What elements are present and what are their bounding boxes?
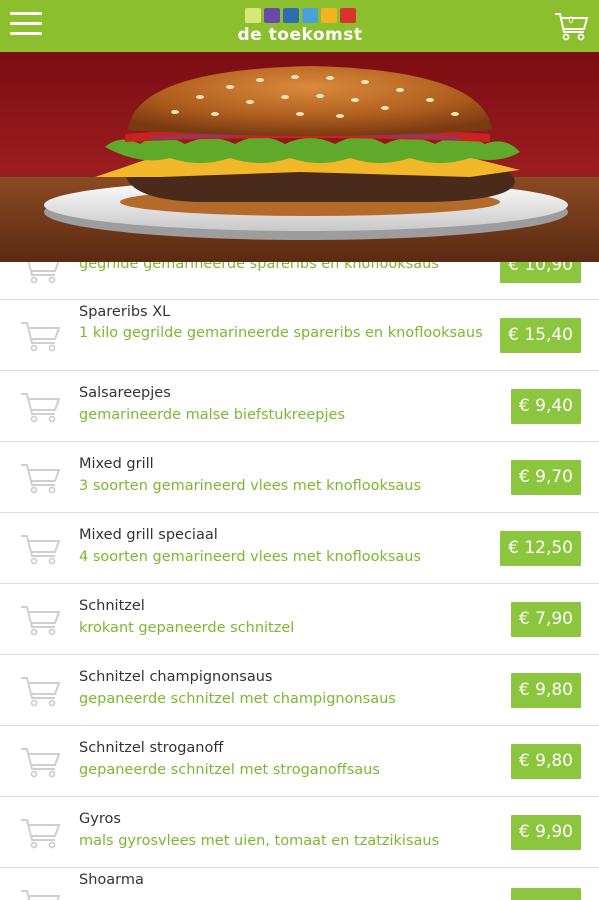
logo[interactable]: de toekomst — [228, 8, 372, 46]
item-name: Mixed grill — [79, 456, 154, 472]
item-description: gepaneerde schnitzel met champignonsaus — [79, 691, 396, 707]
list-item[interactable]: Gyros mals gyrosvlees met uien, tomaat e… — [0, 797, 599, 868]
logo-icons — [228, 8, 372, 24]
price-button[interactable]: € 15,40 — [500, 318, 581, 353]
item-description: gepaneerde schnitzel met stroganoffsaus — [79, 762, 380, 778]
add-to-cart-icon[interactable] — [19, 674, 61, 708]
add-to-cart-icon[interactable] — [19, 319, 61, 353]
item-description: 1 kilo gegrilde gemarineerde spareribs e… — [79, 325, 483, 341]
list-item[interactable]: Spareribs XL 1 kilo gegrilde gemarineerd… — [0, 300, 599, 371]
item-description: 3 soorten gemarineerd vlees met knoflook… — [79, 478, 422, 494]
list-item[interactable]: Schnitzel stroganoff gepaneerde schnitze… — [0, 726, 599, 797]
add-to-cart-icon[interactable] — [19, 816, 61, 850]
item-name: Gyros — [79, 811, 121, 827]
top-bar: de toekomst 0 — [0, 0, 599, 52]
item-name: Salsareepjes — [79, 385, 171, 401]
add-to-cart-icon[interactable] — [19, 603, 61, 637]
item-name: Schnitzel stroganoff — [79, 740, 224, 756]
hamburger-menu-icon[interactable] — [10, 12, 42, 40]
item-description: 4 soorten gemarineerd vlees met knoflook… — [79, 549, 422, 565]
price-button[interactable]: € 9,40 — [510, 389, 581, 424]
list-item[interactable]: Salsareepjes gemarineerde malse biefstuk… — [0, 371, 599, 442]
price-button[interactable]: € 12,50 — [500, 531, 581, 566]
item-description: krokant gepaneerde schnitzel — [79, 620, 295, 636]
logo-text: de toekomst — [237, 25, 363, 45]
price-button[interactable]: € 9,90 — [510, 888, 581, 900]
add-to-cart-icon[interactable] — [19, 532, 61, 566]
add-to-cart-icon[interactable] — [19, 461, 61, 495]
cart-count-badge: 0 — [568, 16, 574, 26]
item-description: mals gyrosvlees met uien, tomaat en tzat… — [79, 833, 440, 849]
hero-burger-image — [0, 52, 599, 262]
list-item[interactable]: Mixed grill 3 soorten gemarineerd vlees … — [0, 442, 599, 513]
item-name: Mixed grill speciaal — [79, 527, 218, 543]
add-to-cart-icon[interactable] — [19, 887, 61, 900]
list-item[interactable]: Schnitzel krokant gepaneerde schnitzel €… — [0, 584, 599, 655]
price-button[interactable]: € 9,80 — [510, 744, 581, 779]
list-item[interactable]: Shoarma € 9,90 — [0, 868, 599, 900]
item-name: Schnitzel — [79, 598, 145, 614]
list-item[interactable]: Schnitzel champignonsaus gepaneerde schn… — [0, 655, 599, 726]
shopping-cart-icon[interactable]: 0 — [553, 10, 589, 42]
price-button[interactable]: € 9,80 — [510, 673, 581, 708]
price-button[interactable]: € 9,90 — [510, 815, 581, 850]
price-button[interactable]: € 9,70 — [510, 460, 581, 495]
item-name: Shoarma — [79, 872, 144, 888]
item-name: Spareribs XL — [79, 304, 171, 320]
item-name: Schnitzel champignonsaus — [79, 669, 273, 685]
add-to-cart-icon[interactable] — [19, 390, 61, 424]
price-button[interactable]: € 7,90 — [510, 602, 581, 637]
list-item[interactable]: Mixed grill speciaal 4 soorten gemarinee… — [0, 513, 599, 584]
add-to-cart-icon[interactable] — [19, 745, 61, 779]
menu-list: gegrilde gemarineerde spareribs en knofl… — [0, 227, 599, 900]
item-description: gemarineerde malse biefstukreepjes — [79, 407, 345, 423]
